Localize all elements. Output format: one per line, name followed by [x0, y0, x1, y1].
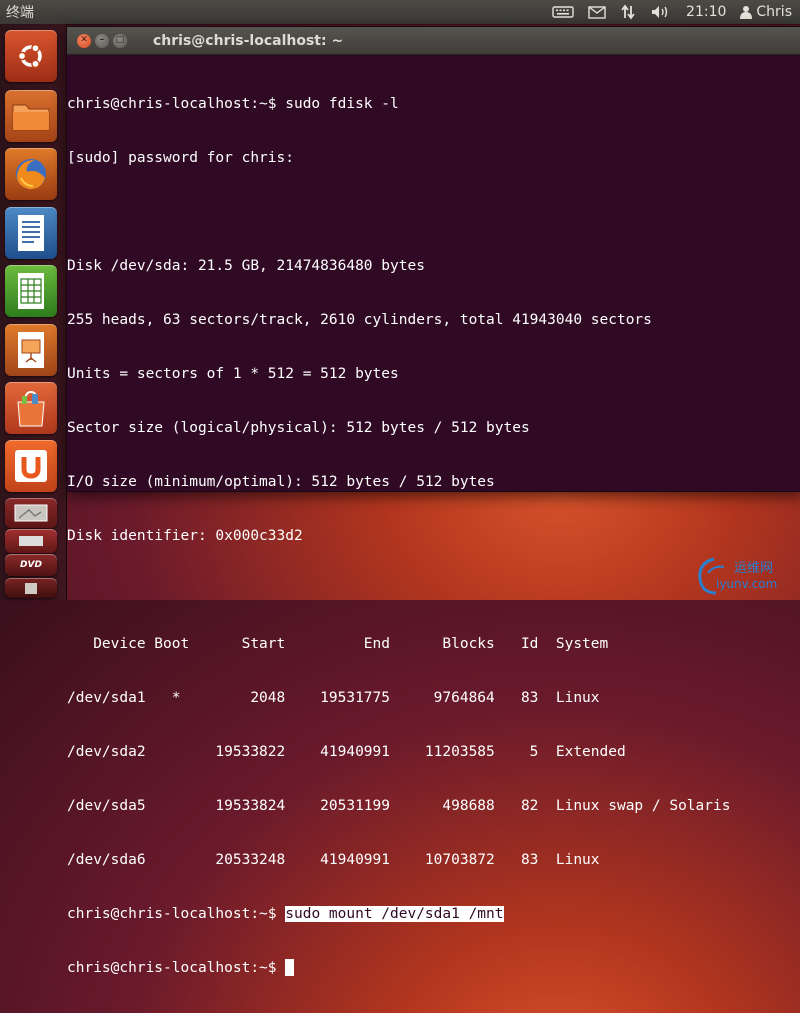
terminal-line: Sector size (logical/physical): 512 byte… [67, 420, 530, 436]
partition-row: /dev/sda6 20533248 41940991 10703872 83 … [67, 852, 600, 868]
top-panel: 终端 21:10 Chris [0, 0, 800, 24]
window-controls: ✕ – □ [67, 33, 147, 48]
terminal-line: I/O size (minimum/optimal): 512 bytes / … [67, 474, 495, 490]
active-app-title: 终端 [6, 5, 34, 21]
network-icon[interactable] [620, 4, 636, 20]
partition-row: /dev/sda2 19533822 41940991 11203585 5 E… [67, 744, 626, 760]
indicator-area: 21:10 Chris [552, 4, 800, 20]
clock[interactable]: 21:10 [686, 4, 726, 20]
dvd-icon: DVD [20, 560, 42, 570]
maximize-icon[interactable]: □ [113, 33, 127, 48]
window-titlebar[interactable]: ✕ – □ chris@chris-localhost: ~ [67, 27, 800, 55]
firefox-icon [16, 159, 46, 190]
shell-prompt: chris@chris-localhost:~$ [67, 906, 286, 922]
shopping-bag-icon [17, 390, 45, 427]
trash-launcher[interactable] [5, 578, 57, 598]
minimize-icon[interactable]: – [95, 33, 109, 48]
ubuntu-logo-icon [17, 43, 42, 69]
terminal-line: chris@chris-localhost:~$ sudo fdisk -l [67, 96, 399, 112]
libreoffice-impress-launcher[interactable] [5, 324, 57, 376]
terminal-output[interactable]: chris@chris-localhost:~$ sudo fdisk -l [… [67, 55, 800, 1013]
workspace-switcher-launcher[interactable] [5, 498, 57, 528]
keyboard-icon[interactable] [552, 5, 574, 19]
partition-row: /dev/sda5 19533824 20531199 498688 82 Li… [67, 798, 731, 814]
dash-home-button[interactable] [5, 30, 57, 82]
text-cursor [285, 959, 295, 976]
ubuntu-one-icon [15, 450, 47, 482]
selected-command-text[interactable]: sudo mount /dev/sda1 /mnt [285, 906, 504, 922]
terminal-line: Disk identifier: 0x000c33d2 [67, 528, 303, 544]
terminal-window[interactable]: ✕ – □ chris@chris-localhost: ~ chris@chr… [66, 26, 800, 976]
shell-prompt: chris@chris-localhost:~$ [67, 960, 286, 976]
watermark: 运维网 iyunv.com [694, 553, 794, 597]
home-folder-launcher[interactable] [5, 90, 57, 142]
user-name: Chris [756, 4, 792, 20]
terminal-line-selected-command: chris@chris-localhost:~$ sudo mount /dev… [67, 905, 800, 923]
partition-table-header: Device Boot Start End Blocks Id System [67, 636, 609, 652]
launcher-stack-item[interactable] [5, 529, 57, 553]
libreoffice-writer-launcher[interactable] [5, 207, 57, 259]
dvd-launcher[interactable]: DVD [5, 554, 57, 576]
close-icon[interactable]: ✕ [77, 33, 91, 48]
firefox-launcher[interactable] [5, 148, 57, 200]
window-title: chris@chris-localhost: ~ [153, 32, 344, 49]
workspaces-icon [14, 504, 48, 522]
impress-presentation-icon [18, 332, 44, 368]
software-center-launcher[interactable] [5, 382, 57, 434]
terminal-line: 255 heads, 63 sectors/track, 2610 cylind… [67, 312, 652, 328]
writer-document-icon [18, 215, 44, 251]
terminal-line: Units = sectors of 1 * 512 = 512 bytes [67, 366, 399, 382]
user-icon [740, 6, 753, 19]
terminal-line: [sudo] password for chris: [67, 150, 294, 166]
ubuntu-one-launcher[interactable] [5, 440, 57, 492]
libreoffice-calc-launcher[interactable] [5, 265, 57, 317]
watermark-url: iyunv.com [716, 577, 778, 591]
folder-icon [12, 104, 50, 131]
user-menu[interactable]: Chris [740, 4, 792, 20]
mail-icon[interactable] [588, 5, 606, 19]
trash-icon [25, 583, 37, 594]
terminal-line: Disk /dev/sda: 21.5 GB, 21474836480 byte… [67, 258, 425, 274]
calc-spreadsheet-icon [18, 273, 44, 309]
folder-icon [19, 536, 43, 546]
terminal-current-line: chris@chris-localhost:~$ [67, 959, 800, 977]
partition-row: /dev/sda1 * 2048 19531775 9764864 83 Lin… [67, 690, 600, 706]
volume-icon[interactable] [650, 4, 672, 20]
launcher: DVD [0, 24, 67, 600]
watermark-text: 运维网 [734, 561, 774, 576]
